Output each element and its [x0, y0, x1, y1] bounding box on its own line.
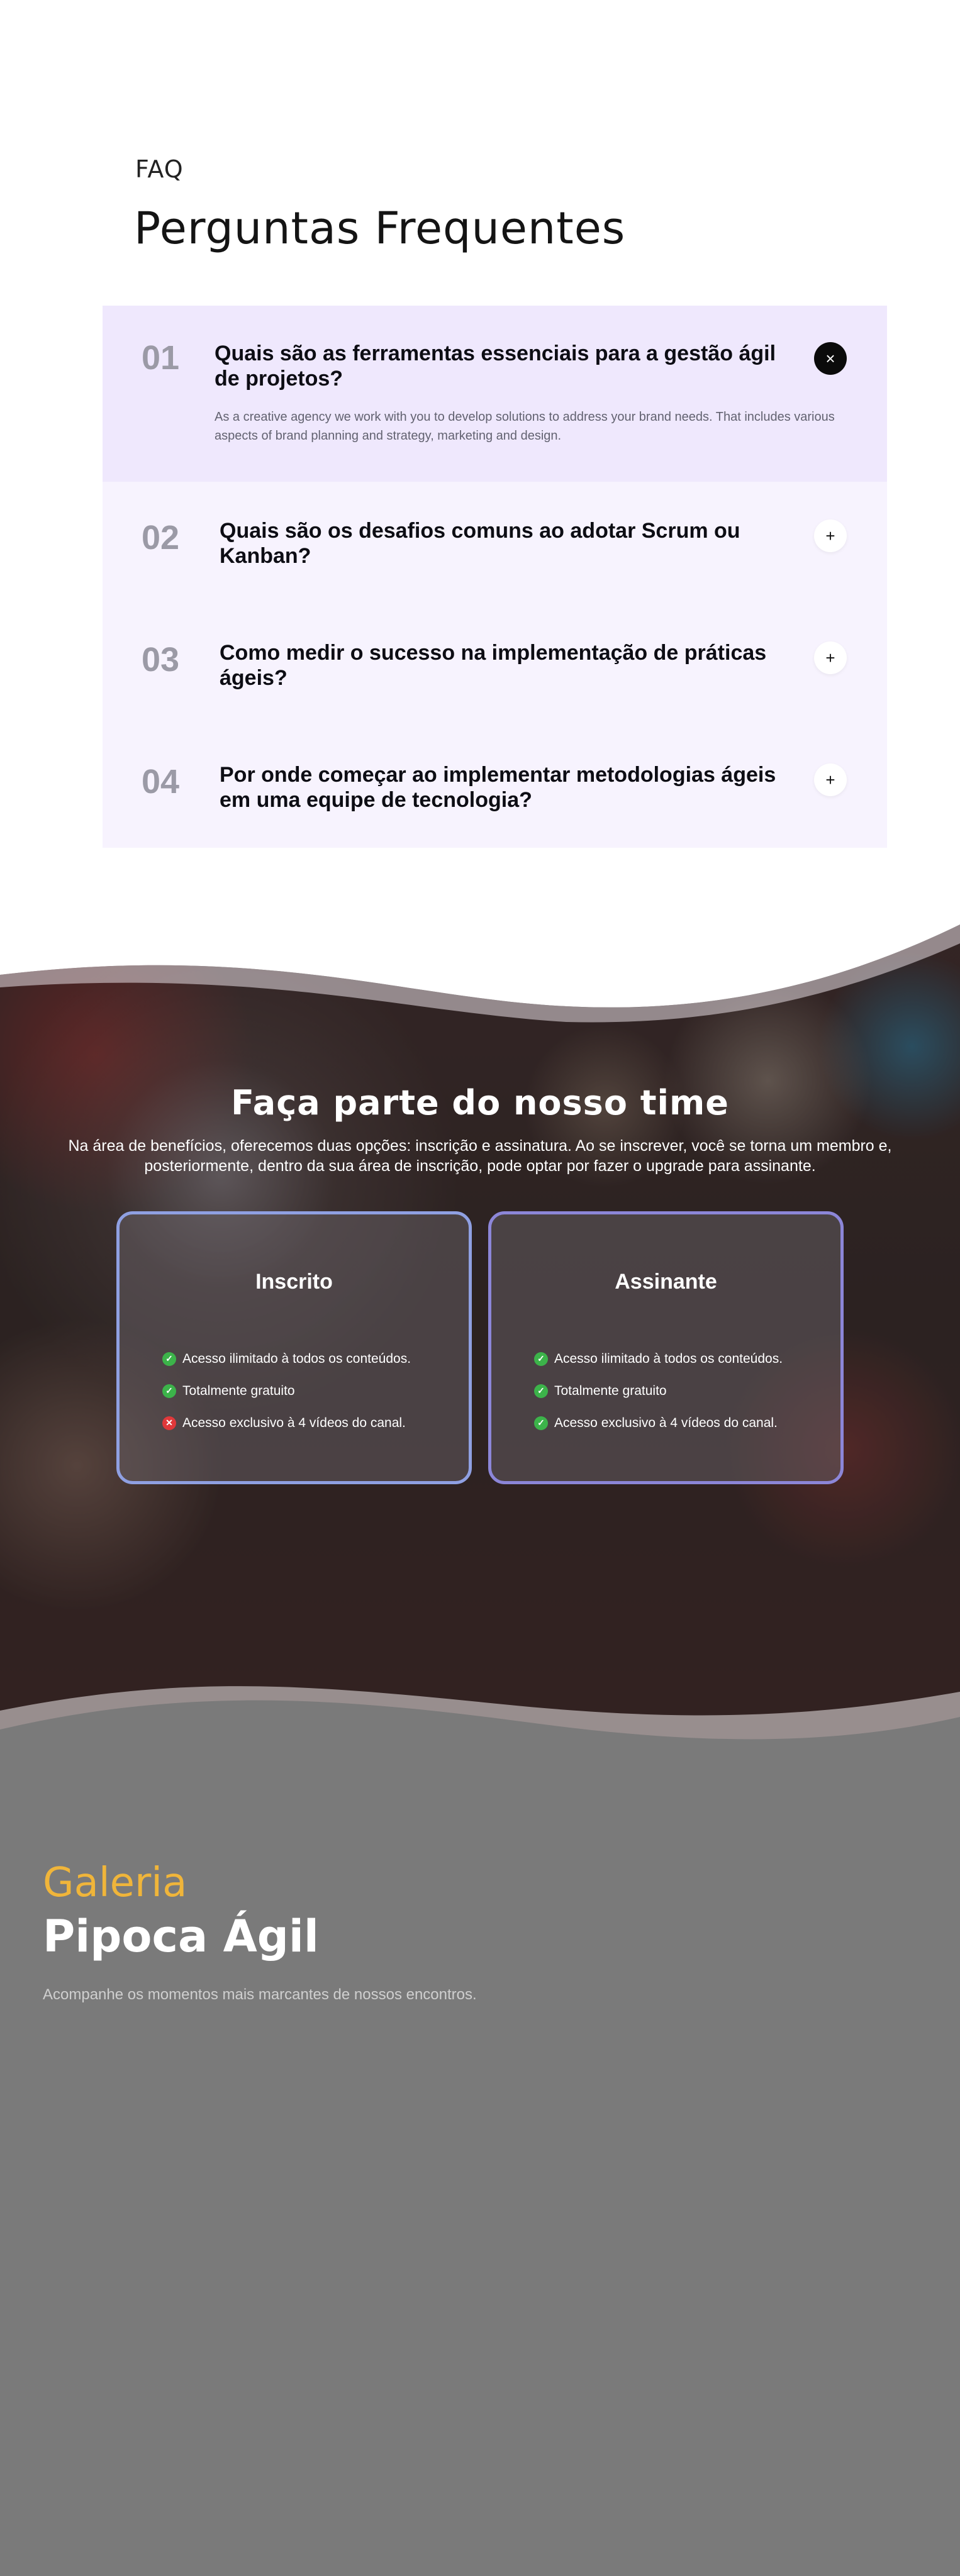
faq-item-3[interactable]: 03 Como medir o sucesso na implementação… [103, 604, 887, 726]
gallery-eyebrow: Galeria [43, 1860, 187, 1906]
faq-close-button[interactable]: × [814, 342, 847, 375]
faq-title: Perguntas Frequentes [134, 203, 626, 254]
faq-eyebrow: FAQ [135, 155, 184, 183]
feature-text: Acesso ilimitado à todos os conteúdos. [554, 1351, 783, 1366]
plus-icon: + [825, 770, 835, 789]
plan-feature-list: ✓ Acesso ilimitado à todos os conteúdos. … [162, 1343, 411, 1439]
faq-expand-button[interactable]: + [814, 763, 847, 796]
faq-expand-button[interactable]: + [814, 641, 847, 674]
team-description: Na área de benefícios, oferecemos duas o… [68, 1137, 892, 1175]
faq-question[interactable]: Por onde começar ao implementar metodolo… [220, 762, 798, 813]
plan-feature: ✓ Acesso ilimitado à todos os conteúdos. [162, 1343, 411, 1375]
gallery-title: Pipoca Ágil [43, 1911, 319, 1962]
faq-number: 04 [142, 763, 180, 801]
feature-text: Acesso ilimitado à todos os conteúdos. [182, 1351, 411, 1366]
close-icon: × [825, 348, 835, 368]
feature-text: Totalmente gratuito [554, 1383, 667, 1398]
check-icon: ✓ [162, 1352, 176, 1366]
plan-feature: ✓ Totalmente gratuito [534, 1375, 783, 1407]
gallery-section: Galeria Pipoca Ágil Acompanhe os momento… [0, 1761, 960, 2576]
faq-answer: As a creative agency we work with you to… [215, 410, 835, 443]
faq-number: 03 [142, 641, 180, 679]
faq-item-2[interactable]: 02 Quais são os desafios comuns ao adota… [103, 482, 887, 604]
faq-question[interactable]: Como medir o sucesso na implementação de… [220, 640, 798, 691]
plan-title: Inscrito [255, 1270, 333, 1294]
faq-item-1[interactable]: 01 Quais são as ferramentas essenciais p… [103, 306, 887, 482]
plan-feature: ✓ Acesso exclusivo à 4 vídeos do canal. [534, 1407, 783, 1439]
feature-text: Acesso exclusivo à 4 vídeos do canal. [554, 1415, 778, 1430]
plan-feature: ✕ Acesso exclusivo à 4 vídeos do canal. [162, 1407, 411, 1439]
faq-list: 01 Quais são as ferramentas essenciais p… [103, 306, 887, 848]
faq-expand-button[interactable]: + [814, 519, 847, 552]
faq-question[interactable]: Quais são os desafios comuns ao adotar S… [220, 518, 786, 569]
plan-feature: ✓ Totalmente gratuito [162, 1375, 411, 1407]
faq-item-4[interactable]: 04 Por onde começar ao implementar metod… [103, 726, 887, 848]
check-icon: ✓ [162, 1384, 176, 1398]
faq-question[interactable]: Quais são as ferramentas essenciais para… [215, 341, 793, 391]
faq-number: 02 [142, 519, 180, 557]
check-icon: ✓ [534, 1416, 548, 1430]
plan-feature: ✓ Acesso ilimitado à todos os conteúdos. [534, 1343, 783, 1375]
plan-title: Assinante [615, 1270, 717, 1294]
check-icon: ✓ [534, 1384, 548, 1398]
plus-icon: + [825, 648, 835, 667]
check-icon: ✓ [534, 1352, 548, 1366]
plan-card-inscrito[interactable]: Inscrito ✓ Acesso ilimitado à todos os co… [116, 1211, 472, 1484]
plan-card-assinante[interactable]: Assinante ✓ Acesso ilimitado à todos os c… [488, 1211, 844, 1484]
feature-text: Acesso exclusivo à 4 vídeos do canal. [182, 1415, 406, 1430]
team-title: Faça parte do nosso time [231, 1083, 729, 1123]
bottom-wave-divider [0, 1686, 960, 1774]
plus-icon: + [825, 526, 835, 545]
cross-icon: ✕ [162, 1416, 176, 1430]
gallery-subtitle: Acompanhe os momentos mais marcantes de … [43, 1986, 477, 2003]
feature-text: Totalmente gratuito [182, 1383, 295, 1398]
faq-number: 01 [142, 339, 180, 377]
plan-feature-list: ✓ Acesso ilimitado à todos os conteúdos. … [534, 1343, 783, 1439]
team-section: Faça parte do nosso time Na área de bene… [0, 918, 960, 1774]
top-wave-divider [0, 918, 960, 1023]
